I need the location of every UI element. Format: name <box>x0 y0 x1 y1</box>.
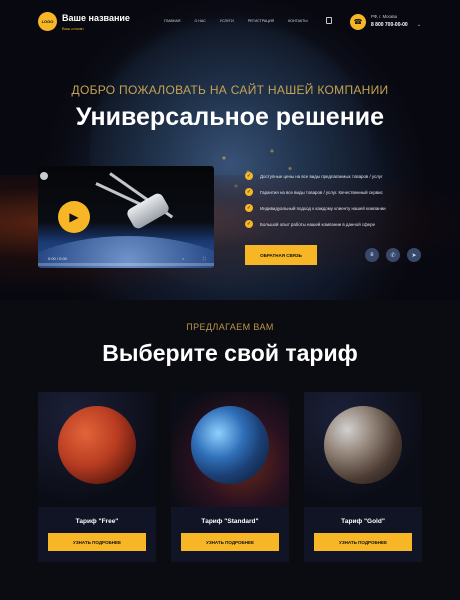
tariff-name: Тариф "Gold" <box>341 518 385 525</box>
tariffs-title: Выберите свой тариф <box>102 340 358 366</box>
header: LOGO Ваше название Ваш слоган ГЛАВНАЯ О … <box>0 0 460 44</box>
brand-subtitle: Ваш слоган <box>62 26 84 31</box>
nav-item-services[interactable]: УСЛУГИ <box>220 19 234 23</box>
cart-icon[interactable] <box>326 17 332 24</box>
check-icon: ✓ <box>245 188 253 196</box>
logo[interactable]: LOGO <box>38 12 57 31</box>
feature-item: ✓ Доступные цены на все виды предлагаемы… <box>245 172 386 180</box>
fullscreen-icon[interactable]: ⛶ <box>203 256 206 261</box>
tariff-card-gold: Тариф "Gold" УЗНАТЬ ПОДРОБНЕЕ <box>304 392 422 562</box>
play-icon[interactable]: ▶ <box>58 201 90 233</box>
feature-item: ✓ Индивидуальный подход к каждому клиент… <box>245 204 386 212</box>
nav-item-contacts[interactable]: КОНТАКТЫ <box>288 19 307 23</box>
video-time: 0:00 / 0:00 <box>48 256 67 261</box>
chevron-down-icon[interactable]: ⌄ <box>417 22 421 28</box>
tariff-details-button[interactable]: УЗНАТЬ ПОДРОБНЕЕ <box>314 533 412 551</box>
features-list: ✓ Доступные цены на все виды предлагаемы… <box>245 172 386 236</box>
tariff-details-button[interactable]: УЗНАТЬ ПОДРОБНЕЕ <box>181 533 279 551</box>
main-nav: ГЛАВНАЯ О НАС УСЛУГИ РЕГИСТРАЦИЯ КОНТАКТ… <box>164 19 308 23</box>
phone-icon[interactable]: ☎ <box>350 14 366 30</box>
brand-title: Ваше название <box>62 13 130 23</box>
feature-text: Большой опыт работы нашей компании в дан… <box>260 221 376 227</box>
nav-item-home[interactable]: ГЛАВНАЯ <box>164 19 180 23</box>
tariff-image <box>171 392 289 507</box>
city-label: РФ, г. Москва <box>371 14 397 19</box>
nav-item-about[interactable]: О НАС <box>194 19 205 23</box>
feature-text: Доступные цены на все виды предлагаемых … <box>260 173 383 179</box>
tariff-details-button[interactable]: УЗНАТЬ ПОДРОБНЕЕ <box>48 533 146 551</box>
check-icon: ✓ <box>245 204 253 212</box>
tariff-card-free: Тариф "Free" УЗНАТЬ ПОДРОБНЕЕ <box>38 392 156 562</box>
feature-item: ✓ Большой опыт работы нашей компании в д… <box>245 220 386 228</box>
tariff-image <box>304 392 422 507</box>
check-icon: ✓ <box>245 172 253 180</box>
volume-icon[interactable]: ♪ <box>182 256 184 261</box>
earth-planet <box>191 406 269 484</box>
hero-title: Универсальное решение <box>75 103 385 131</box>
mars-planet <box>58 406 136 484</box>
tariff-image <box>38 392 156 507</box>
vk-icon[interactable]: в <box>365 248 379 262</box>
telegram-icon[interactable]: ➤ <box>407 248 421 262</box>
rocky-planet <box>324 406 402 484</box>
video-progress[interactable] <box>38 263 214 266</box>
video-moon <box>40 172 48 180</box>
feature-item: ✓ Гарантия на все виды товаров / услуг. … <box>245 188 386 196</box>
tariff-name: Тариф "Standard" <box>201 518 259 525</box>
feature-text: Индивидуальный подход к каждому клиенту … <box>260 205 386 211</box>
nav-item-registration[interactable]: РЕГИСТРАЦИЯ <box>248 19 274 23</box>
check-icon: ✓ <box>245 220 253 228</box>
tariffs-kicker: ПРЕДЛАГАЕМ ВАМ <box>186 322 274 332</box>
feedback-button[interactable]: ОБРАТНАЯ СВЯЗЬ <box>245 245 317 265</box>
page: LOGO Ваше название Ваш слоган ГЛАВНАЯ О … <box>0 0 460 600</box>
tariff-name: Тариф "Free" <box>75 518 119 525</box>
tariff-card-standard: Тариф "Standard" УЗНАТЬ ПОДРОБНЕЕ <box>171 392 289 562</box>
viber-icon[interactable]: ✆ <box>386 248 400 262</box>
phone-number[interactable]: 8 800 700-00-00 <box>371 22 408 28</box>
hero-kicker: ДОБРО ПОЖАЛОВАТЬ НА САЙТ НАШЕЙ КОМПАНИИ <box>71 83 389 97</box>
feature-text: Гарантия на все виды товаров / услуг. Ка… <box>260 189 383 195</box>
